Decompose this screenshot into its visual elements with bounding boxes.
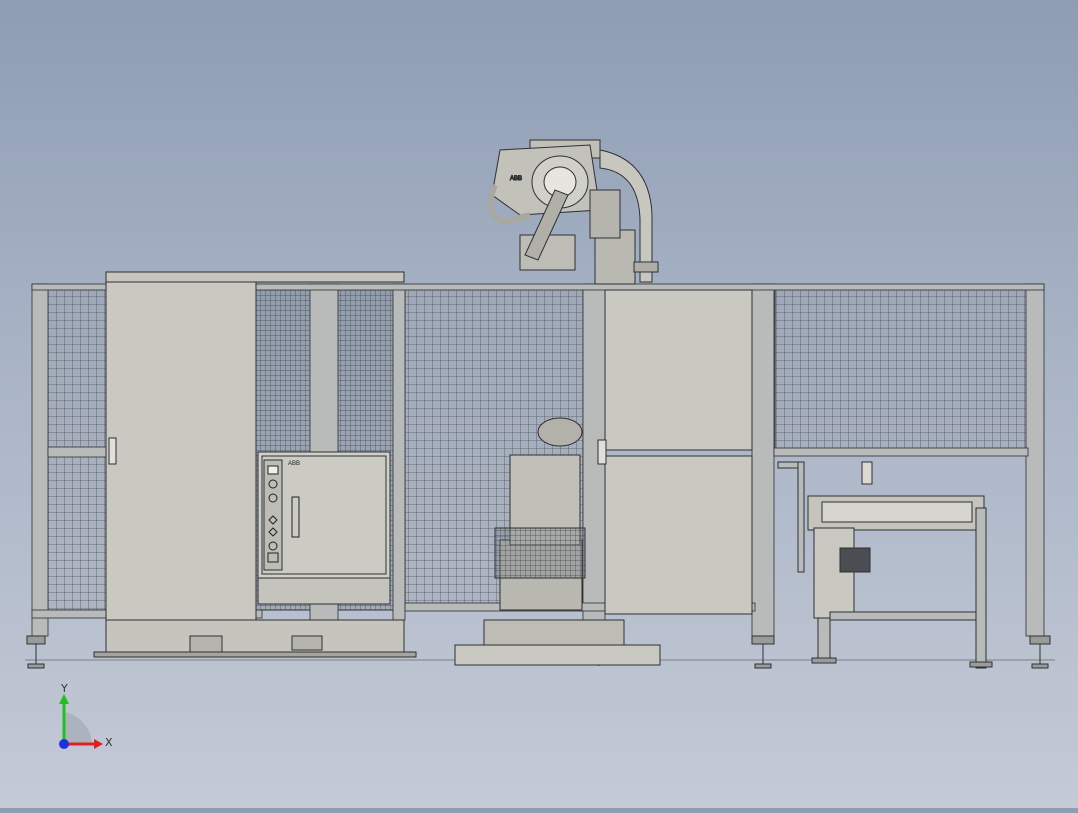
triad-plane-icon	[64, 712, 92, 744]
x-axis-label: X	[105, 736, 113, 749]
robot-controller[interactable]: ABB	[257, 451, 391, 605]
robot-logo: ABB	[510, 176, 522, 182]
y-axis-label: Y	[60, 682, 68, 695]
coordinate-triad: Y X	[59, 682, 113, 749]
cell-door-right[interactable]	[597, 289, 753, 615]
cad-viewport[interactable]: ABB ABB	[0, 0, 1078, 808]
z-axis-dot-icon	[59, 739, 69, 749]
conveyor-station[interactable]	[777, 461, 993, 669]
fence-mesh-right	[774, 287, 1031, 451]
industrial-robot-arm[interactable]: ABB	[487, 139, 659, 285]
robot-cell-model[interactable]: ABB ABB	[0, 0, 1078, 808]
controller-logo: ABB	[288, 461, 300, 467]
